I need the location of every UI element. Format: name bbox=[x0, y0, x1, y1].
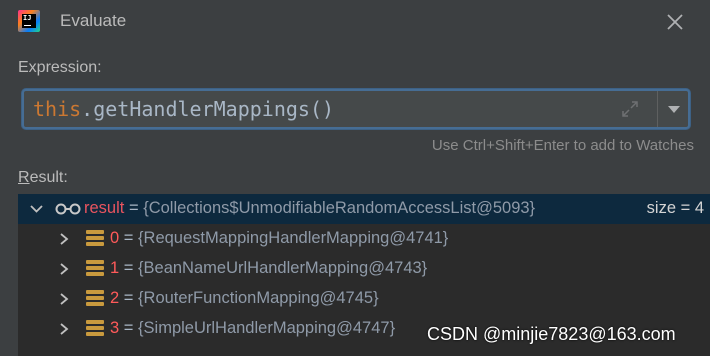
result-eq: = bbox=[128, 199, 139, 217]
result-label-rest: esult: bbox=[29, 169, 68, 186]
close-button[interactable] bbox=[664, 11, 686, 33]
item-eq: = bbox=[123, 319, 134, 337]
list-element-icon bbox=[86, 290, 104, 307]
result-entry: result = {Collections$UnmodifiableRandom… bbox=[84, 199, 535, 218]
window-title: Evaluate bbox=[60, 11, 127, 30]
title-bar: IJ Evaluate bbox=[0, 0, 710, 44]
list-element-icon bbox=[86, 260, 104, 277]
expand-icon[interactable] bbox=[620, 99, 640, 119]
expression-keyword: this bbox=[33, 97, 82, 121]
item-value: {SimpleUrlHandlerMapping@4747} bbox=[138, 319, 396, 337]
item-entry: 3 = {SimpleUrlHandlerMapping@4747} bbox=[110, 319, 395, 338]
list-element-icon bbox=[86, 320, 104, 337]
tree-row-item-1[interactable]: 1 = {BeanNameUrlHandlerMapping@4743} bbox=[18, 254, 710, 284]
expression-call: .getHandlerMappings() bbox=[81, 97, 335, 121]
list-element-icon bbox=[86, 230, 104, 247]
watches-hint: Use Ctrl+Shift+Enter to add to Watches bbox=[431, 137, 694, 154]
tree-row-item-2[interactable]: 2 = {RouterFunctionMapping@4745} bbox=[18, 284, 710, 314]
result-value: {Collections$UnmodifiableRandomAccessLis… bbox=[143, 199, 536, 217]
item-entry: 0 = {RequestMappingHandlerMapping@4741} bbox=[110, 229, 448, 248]
expression-history-button[interactable] bbox=[657, 91, 689, 127]
result-label: Result: bbox=[18, 169, 68, 187]
expression-label: Expression: bbox=[18, 59, 102, 76]
chevron-right-icon[interactable] bbox=[59, 263, 69, 275]
chevron-right-icon[interactable] bbox=[59, 233, 69, 245]
close-icon bbox=[667, 14, 683, 30]
result-size: size = 4 bbox=[646, 199, 704, 217]
expression-field[interactable]: this.getHandlerMappings() bbox=[22, 89, 690, 129]
item-index: 2 bbox=[110, 289, 120, 307]
chevron-down-icon[interactable] bbox=[30, 204, 43, 214]
expression-text[interactable]: this.getHandlerMappings() bbox=[33, 97, 334, 121]
watch-glasses-icon bbox=[55, 203, 81, 215]
chevron-right-icon[interactable] bbox=[59, 293, 69, 305]
item-index: 0 bbox=[110, 229, 120, 247]
item-entry: 2 = {RouterFunctionMapping@4745} bbox=[110, 289, 379, 308]
tree-row-item-0[interactable]: 0 = {RequestMappingHandlerMapping@4741} bbox=[18, 224, 710, 254]
app-logo-text: IJ bbox=[23, 14, 32, 22]
watermark: CSDN @minjie7823@163.com bbox=[427, 324, 676, 344]
tree-row-result[interactable]: result = {Collections$UnmodifiableRandom… bbox=[18, 194, 710, 224]
result-name: result bbox=[84, 199, 125, 217]
item-entry: 1 = {BeanNameUrlHandlerMapping@4743} bbox=[110, 259, 427, 278]
item-value: {BeanNameUrlHandlerMapping@4743} bbox=[138, 259, 428, 277]
item-index: 3 bbox=[110, 319, 120, 337]
item-value: {RouterFunctionMapping@4745} bbox=[138, 289, 379, 307]
item-value: {RequestMappingHandlerMapping@4741} bbox=[138, 229, 449, 247]
item-eq: = bbox=[123, 289, 134, 307]
item-eq: = bbox=[123, 259, 134, 277]
dropdown-arrow-icon bbox=[668, 106, 680, 113]
chevron-right-icon[interactable] bbox=[59, 323, 69, 335]
item-eq: = bbox=[123, 229, 134, 247]
item-index: 1 bbox=[110, 259, 120, 277]
intellij-logo-icon: IJ bbox=[18, 10, 40, 32]
result-label-mnemonic: R bbox=[18, 169, 30, 186]
